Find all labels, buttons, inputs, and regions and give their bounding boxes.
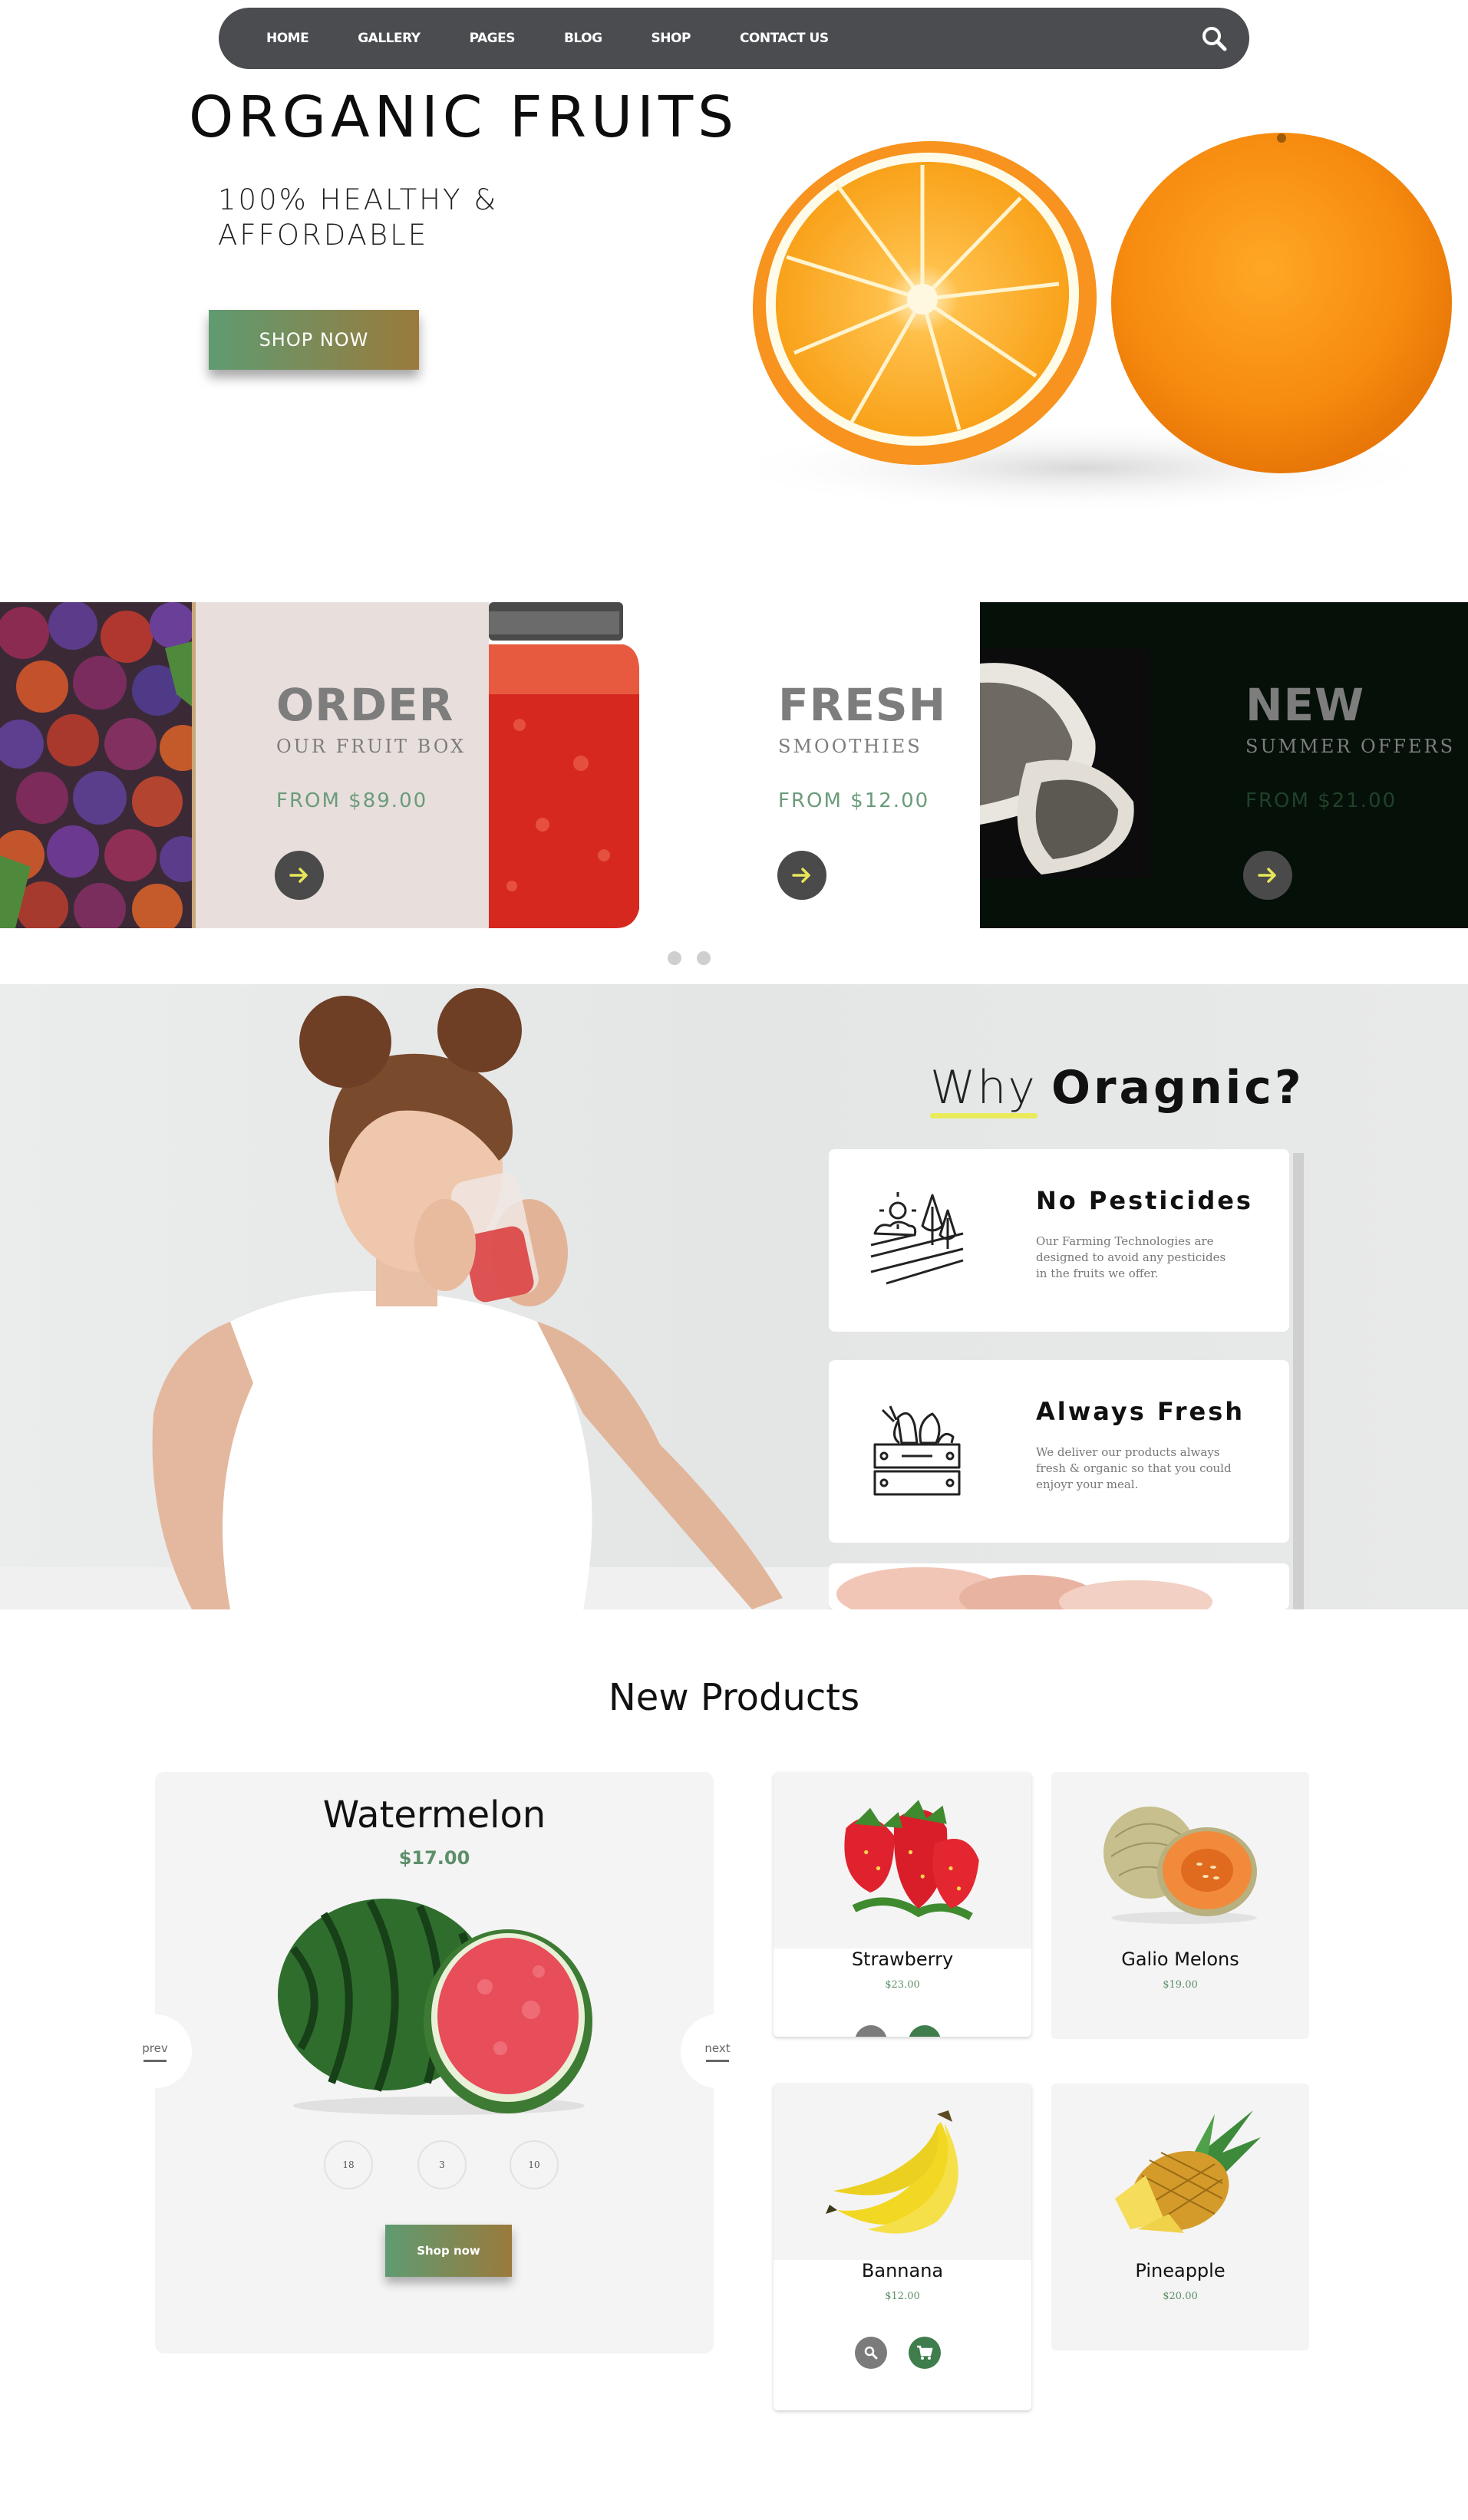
- product-card-strawberry[interactable]: Strawberry $23.00: [774, 1772, 1031, 2037]
- promo-carousel-dots: [668, 951, 711, 965]
- product-price-galio-melons: $19.00: [1163, 1979, 1198, 1991]
- promo-summer-offers-title: NEW: [1245, 679, 1365, 731]
- next-button[interactable]: next: [681, 2014, 754, 2088]
- product-name-strawberry: Strawberry: [851, 1948, 954, 1970]
- why-organic-underline: [930, 1113, 1037, 1118]
- product-name-bannana: Bannana: [861, 2260, 944, 2281]
- product-card-bannana[interactable]: Bannana $12.00: [774, 2084, 1031, 2410]
- carousel-dot-2[interactable]: [697, 951, 711, 965]
- nav-pages[interactable]: PAGES: [470, 31, 516, 46]
- promo-summer-offers-text: NEW SUMMER OFFERS FROM $21.00: [1245, 679, 1455, 812]
- watermelon-image: [278, 1899, 592, 2115]
- next-label: next: [704, 2041, 731, 2055]
- promo-summer-offers-price: FROM $21.00: [1245, 789, 1397, 812]
- promo-summer-offers-subtitle: SUMMER OFFERS: [1245, 736, 1456, 757]
- why-organic-title-light: Why: [930, 1061, 1037, 1115]
- smoothie-jar-image: [489, 602, 639, 928]
- why-organic-title: Why Oragnic?: [930, 1061, 1305, 1115]
- product-price-bannana: $12.00: [885, 2291, 920, 2302]
- feature-title-no-pesticides: No Pesticides: [1036, 1186, 1253, 1215]
- feature-title-always-fresh: Always Fresh: [1036, 1397, 1245, 1426]
- promo-smoothies-subtitle: SMOOTHIES: [778, 736, 922, 757]
- carousel-dot-1[interactable]: [668, 951, 681, 965]
- promo-summer-offers: NEW SUMMER OFFERS FROM $21.00: [980, 602, 1468, 928]
- cart-glyph: [917, 2345, 933, 2360]
- promo-fruit-box-text: ORDER OUR FRUIT BOX FROM $89.00: [276, 679, 466, 812]
- feature-desc-always-fresh: We deliver our products always fresh & o…: [1036, 1445, 1232, 1491]
- arrow-right-icon: [792, 868, 810, 883]
- woman-drinking-smoothie-image: [0, 988, 829, 1609]
- top-navigation: HOME GALLERY PAGES BLOG SHOP CONTACT US: [219, 8, 1249, 69]
- plums-image: [0, 602, 196, 928]
- why-organic-section: Why Oragnic? No Pesticides Our Farming T…: [0, 984, 1468, 1609]
- arrow-right-icon: [1258, 868, 1276, 883]
- nav-gallery[interactable]: GALLERY: [358, 31, 421, 46]
- magnifier-glyph: [864, 2346, 878, 2360]
- search-icon[interactable]: [1200, 25, 1228, 52]
- nav-contact-us[interactable]: CONTACT US: [740, 31, 829, 46]
- galio-melon-image: [1103, 1807, 1257, 1924]
- counter-3[interactable]: 10: [510, 2140, 559, 2189]
- nav-blog[interactable]: BLOG: [564, 31, 602, 46]
- feature-card-no-pesticides: No Pesticides Our Farming Technologies a…: [829, 1149, 1289, 1332]
- promo-fruit-box-arrow-button[interactable]: [275, 851, 324, 900]
- search-small-icon[interactable]: [855, 2337, 887, 2369]
- promo-fruit-box: ORDER OUR FRUIT BOX FROM $89.00: [0, 602, 489, 928]
- product-card-pineapple[interactable]: Pineapple $20.00: [1051, 2084, 1309, 2350]
- fruit-crate-icon: [873, 1405, 961, 1496]
- feature-desc-no-pesticides: Our Farming Technologies are designed to…: [1036, 1234, 1226, 1280]
- new-products-title: New Products: [608, 1676, 860, 1719]
- prev-label: prev: [142, 2041, 168, 2055]
- hero-subtitle-line1: 100% HEALTHY &: [218, 183, 499, 216]
- food-photo-partial: [836, 1567, 1212, 1609]
- promo-fruit-box-subtitle: OUR FRUIT BOX: [276, 736, 467, 757]
- product-price-strawberry: $23.00: [885, 1979, 920, 1991]
- shop-now-button[interactable]: SHOP NOW: [209, 310, 419, 370]
- feature-card-partial: [829, 1563, 1289, 1609]
- product-card-galio-melons[interactable]: Galio Melons $19.00: [1051, 1772, 1309, 2039]
- product-price-pineapple: $20.00: [1163, 2291, 1198, 2302]
- product-name-pineapple: Pineapple: [1135, 2260, 1226, 2281]
- arrow-right-icon: [289, 868, 308, 883]
- page: HOME GALLERY PAGES BLOG SHOP CONTACT US …: [0, 0, 1468, 2520]
- search-small-icon[interactable]: [855, 2025, 887, 2037]
- shop-now-product-button[interactable]: Shop now: [385, 2225, 512, 2277]
- featured-product-price: $17.00: [398, 1847, 470, 1869]
- cart-icon[interactable]: [909, 2337, 941, 2369]
- promo-smoothies-price: FROM $12.00: [778, 789, 930, 812]
- hero-oranges-image: [729, 133, 1452, 514]
- cart-icon[interactable]: [909, 2025, 941, 2037]
- counter-1[interactable]: 18: [324, 2140, 373, 2189]
- promo-smoothies-text: FRESH SMOOTHIES FROM $12.00: [778, 679, 946, 812]
- promo-smoothies: FRESH SMOOTHIES FROM $12.00: [489, 602, 980, 928]
- promo-fruit-box-title: ORDER: [276, 679, 454, 731]
- hero-subtitle: 100% HEALTHY & AFFORDABLE: [218, 183, 498, 253]
- hero-title: ORGANIC FRUITS: [189, 84, 739, 150]
- product-name-galio-melons: Galio Melons: [1121, 1948, 1239, 1970]
- farm-field-icon: [870, 1192, 964, 1285]
- nav-home[interactable]: HOME: [266, 31, 309, 46]
- coconut-image: [980, 648, 1150, 878]
- promo-summer-offers-arrow-button[interactable]: [1243, 851, 1292, 900]
- featured-product-card: Watermelon $17.00 prev next 18 3 10 Shop…: [118, 1772, 754, 2354]
- banana-image: [826, 2110, 958, 2234]
- nav-shop[interactable]: SHOP: [652, 31, 691, 46]
- counter-2[interactable]: 3: [417, 2140, 467, 2189]
- promo-fruit-box-price: FROM $89.00: [276, 789, 428, 812]
- feature-card-always-fresh: Always Fresh We deliver our products alw…: [829, 1360, 1289, 1543]
- pineapple-image: [1115, 2110, 1261, 2233]
- featured-product-name: Watermelon: [322, 1794, 546, 1836]
- prev-button[interactable]: prev: [118, 2014, 192, 2088]
- promo-smoothies-title: FRESH: [778, 679, 947, 731]
- why-organic-scrollbar[interactable]: [1293, 1153, 1304, 1609]
- promo-smoothies-arrow-button[interactable]: [777, 851, 826, 900]
- strawberry-image: [844, 1800, 979, 1921]
- hero-subtitle-line2: AFFORDABLE: [218, 219, 429, 252]
- why-organic-title-bold: Oragnic?: [1051, 1061, 1305, 1115]
